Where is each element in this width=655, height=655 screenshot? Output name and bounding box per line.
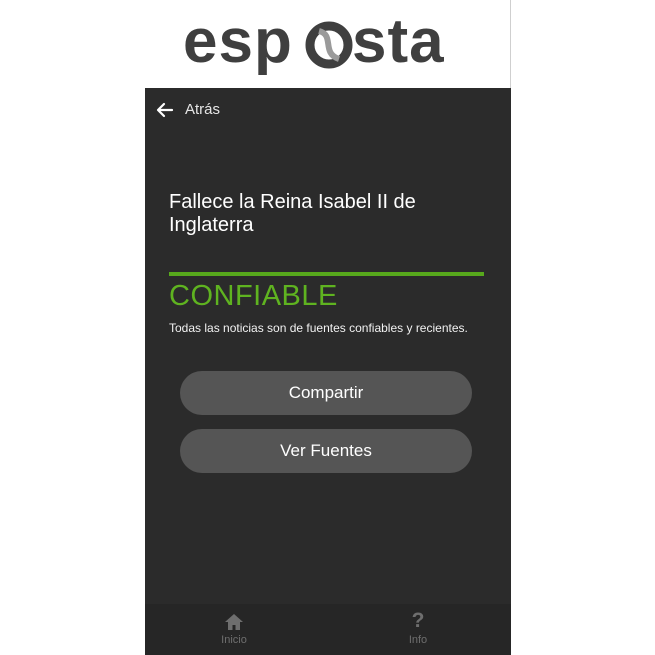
bottom-navigation: Inicio ? Info <box>145 604 511 655</box>
news-title: Fallece la Reina Isabel II de Inglaterra <box>169 191 416 236</box>
svg-text:esp: esp <box>183 8 293 76</box>
share-button[interactable]: Compartir <box>180 371 472 415</box>
verdict-divider <box>169 272 484 276</box>
app-screen: Atrás Fallece la Reina Isabel II de Ingl… <box>145 88 511 655</box>
nav-label-info: Info <box>408 634 428 646</box>
app-header: esp sta <box>145 0 511 88</box>
view-sources-button[interactable]: Ver Fuentes <box>180 429 472 473</box>
esposta-logo: esp sta <box>183 8 445 76</box>
verdict-label: CONFIABLE <box>169 280 338 312</box>
verdict-description: Todas las noticias son de fuentes confia… <box>169 321 468 335</box>
svg-text:sta: sta <box>352 8 445 76</box>
nav-item-home[interactable]: Inicio <box>174 604 294 655</box>
question-icon: ? <box>411 609 425 632</box>
nav-item-info[interactable]: ? Info <box>358 604 478 655</box>
top-bar: Atrás <box>145 88 511 132</box>
nav-label-home: Inicio <box>221 634 247 646</box>
arrow-left-icon[interactable] <box>155 100 175 120</box>
back-button-label[interactable]: Atrás <box>185 100 220 120</box>
home-icon <box>225 614 243 630</box>
